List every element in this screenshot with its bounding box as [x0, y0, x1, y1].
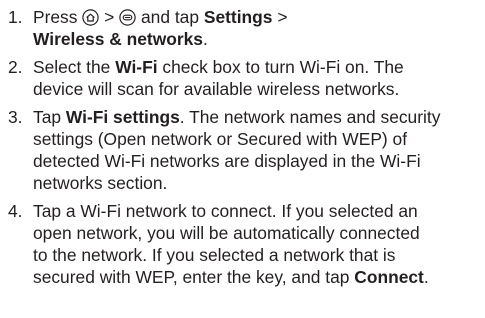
step-number: 3. [8, 107, 23, 127]
step-1-line-2: Wireless & networks. [33, 28, 208, 50]
step-text: > [104, 7, 115, 27]
step-text: > [277, 7, 288, 27]
settings-label: Settings [203, 7, 273, 27]
step-number: 1. [8, 7, 23, 27]
step-3-line-1: Tap Wi-Fi settings. The network names an… [33, 106, 440, 128]
wifi-label: Wi-Fi [115, 57, 158, 77]
step-4-line-2: open network, you will be automatically … [33, 223, 420, 243]
step-text: check box to turn Wi-Fi on. The [162, 57, 404, 77]
step-text: . The network names and security [179, 107, 441, 127]
step-2-line-1: Select the Wi-Fi check box to turn Wi-Fi… [33, 56, 404, 78]
step-number: 2. [8, 57, 23, 77]
step-4-line-4: secured with WEP, enter the key, and tap… [33, 266, 429, 288]
step-4-line-3: to the network. If you selected a networ… [33, 245, 396, 265]
step-text: Tap [33, 107, 62, 127]
step-3-line-2: settings (Open network or Secured with W… [33, 129, 408, 149]
menu-icon [119, 9, 136, 26]
step-2-line-2: device will scan for available wireless … [33, 79, 400, 99]
step-text: secured with WEP, enter the key, and tap [33, 267, 350, 287]
step-3-line-3: detected Wi-Fi networks are displayed in… [33, 151, 421, 171]
step-4-line-1: Tap a Wi-Fi network to connect. If you s… [33, 201, 418, 221]
step-text: Press [33, 7, 78, 27]
connect-label: Connect [354, 267, 424, 287]
step-text: . [423, 267, 429, 287]
step-text: Select the [33, 57, 111, 77]
step-text: and tap [140, 7, 200, 27]
step-text: . [202, 29, 208, 49]
home-icon [82, 9, 99, 26]
wireless-networks-label: Wireless & networks [33, 29, 203, 49]
wifi-settings-label: Wi-Fi settings [65, 107, 180, 127]
step-3-line-4: networks section. [33, 173, 168, 193]
step-1-line-1: Press > and tap Settings > [33, 6, 287, 28]
step-number: 4. [8, 201, 23, 221]
